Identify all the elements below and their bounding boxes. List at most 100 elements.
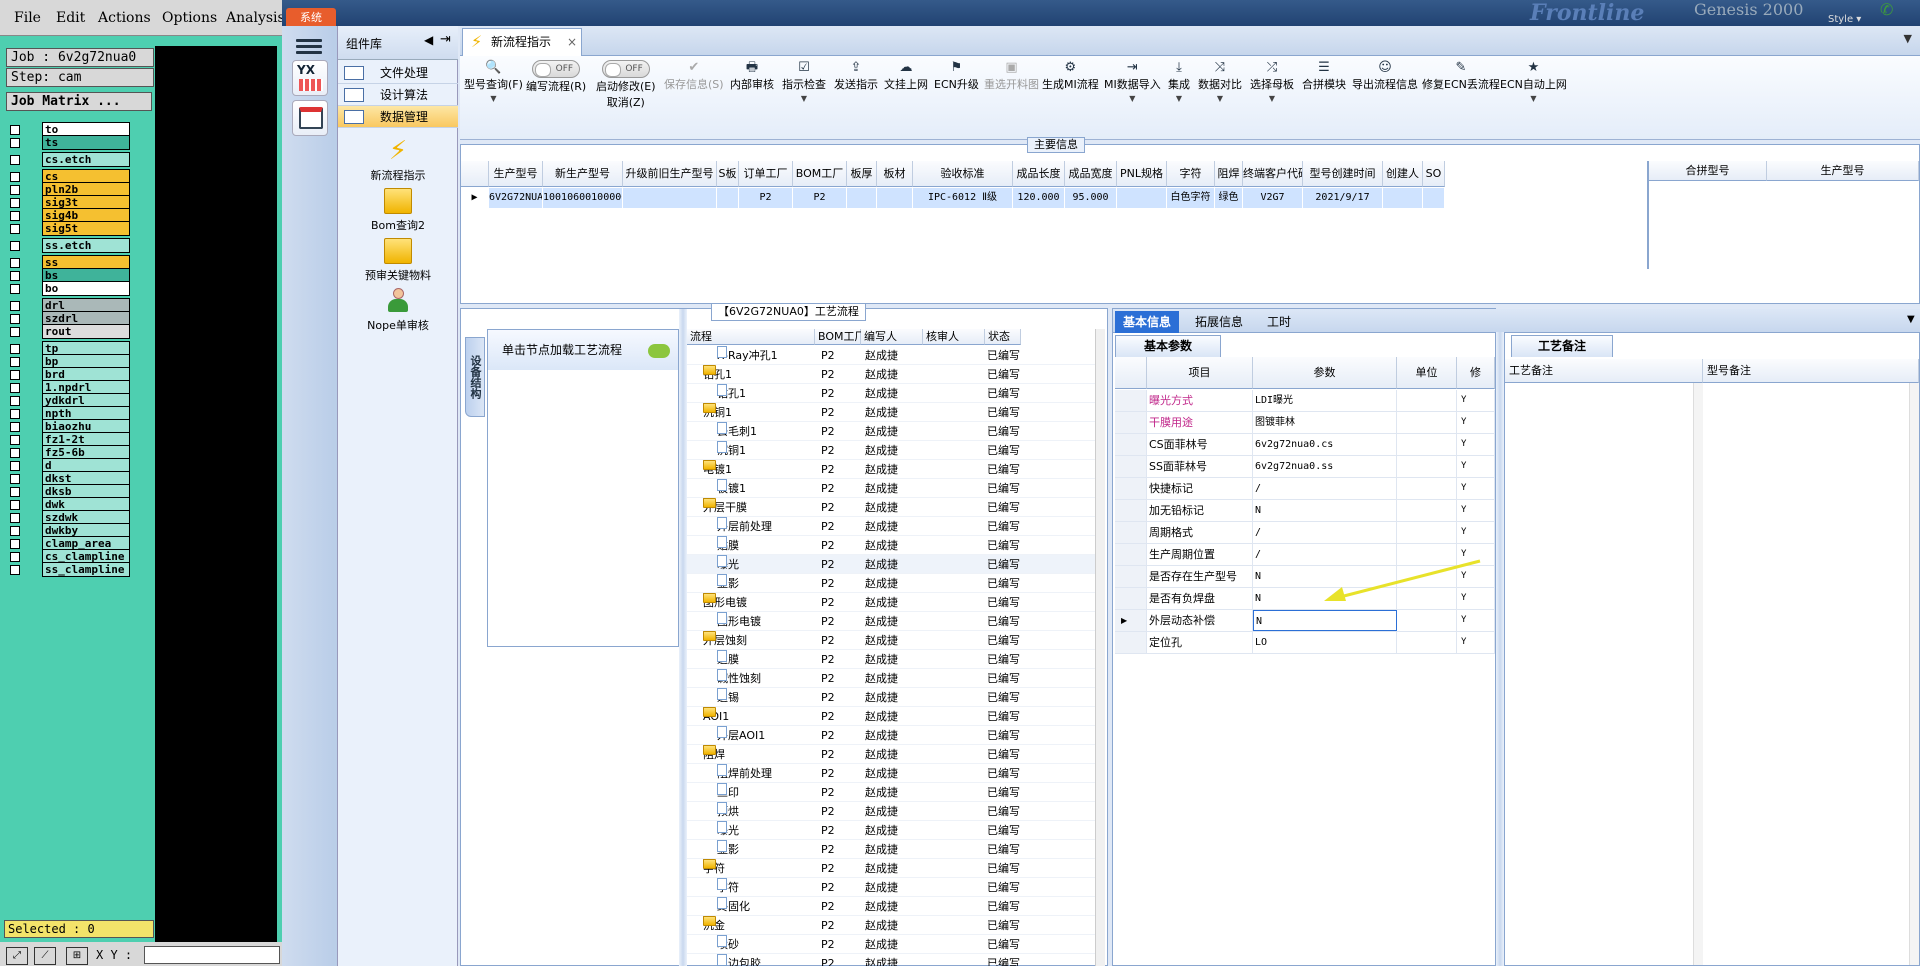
param-value[interactable]: 图镀菲林 bbox=[1253, 412, 1397, 433]
column-header[interactable]: 升级前旧生产型号 bbox=[623, 161, 717, 187]
layer-checkbox[interactable] bbox=[10, 552, 20, 562]
system-tab[interactable]: 系统 bbox=[286, 8, 336, 28]
tree-row[interactable]: −阻焊 P2 赵成捷 已编写 bbox=[687, 745, 1097, 764]
grid-cell[interactable] bbox=[1383, 188, 1423, 208]
tree-row[interactable]: 阻焊前处理 P2 赵成捷 已编写 bbox=[687, 764, 1097, 783]
ribbon-button[interactable]: ⤮ 选择母板 ▼ bbox=[1250, 60, 1294, 103]
layer-row[interactable]: rout bbox=[6, 324, 132, 340]
toggle-switch[interactable]: OFF bbox=[532, 60, 581, 78]
layer-checkbox[interactable] bbox=[10, 565, 20, 575]
layer-checkbox[interactable] bbox=[10, 284, 20, 294]
column-header[interactable]: 新生产型号 bbox=[543, 161, 623, 187]
ribbon-button[interactable]: ⚙ 生成MI流程 bbox=[1042, 60, 1099, 92]
menu-edit[interactable]: Edit bbox=[56, 10, 85, 26]
layer-row[interactable]: ts bbox=[6, 135, 132, 151]
tree-row[interactable]: 曝光 P2 赵成捷 已编写 bbox=[687, 821, 1097, 840]
layer-checkbox[interactable] bbox=[10, 314, 20, 324]
menu-actions[interactable]: Actions bbox=[98, 10, 151, 26]
param-value[interactable]: LO bbox=[1253, 632, 1397, 653]
param-value[interactable]: N bbox=[1253, 610, 1397, 631]
param-unit[interactable] bbox=[1397, 434, 1457, 455]
layer-checkbox[interactable] bbox=[10, 138, 20, 148]
grid-cell[interactable]: P2 bbox=[793, 188, 847, 208]
menu-file[interactable]: File bbox=[14, 10, 41, 26]
measure-icon[interactable]: ⟋ bbox=[34, 947, 56, 965]
ribbon-button[interactable]: ⇪ 发送指示 bbox=[834, 60, 878, 92]
layer-checkbox[interactable] bbox=[10, 258, 20, 268]
param-unit[interactable] bbox=[1397, 390, 1457, 411]
tree-row[interactable]: 钻孔1 P2 赵成捷 已编写 bbox=[687, 384, 1097, 403]
grid-cell[interactable]: 绿色 bbox=[1215, 188, 1243, 208]
column-header[interactable]: 单位 bbox=[1397, 357, 1457, 389]
layer-checkbox[interactable] bbox=[10, 474, 20, 484]
tab-extended-info[interactable]: 拓展信息 bbox=[1187, 311, 1251, 333]
tree-row[interactable]: 显影 P2 赵成捷 已编写 bbox=[687, 574, 1097, 593]
grid-cell[interactable]: 120.000 bbox=[1013, 188, 1065, 208]
grid-cell[interactable]: 2021/9/17 bbox=[1303, 188, 1383, 208]
layer-checkbox[interactable] bbox=[10, 383, 20, 393]
layer-row[interactable]: ss.etch bbox=[6, 238, 132, 254]
tab-basic-params[interactable]: 基本参数 bbox=[1115, 335, 1221, 357]
tree-row[interactable]: −外层蚀刻 P2 赵成捷 已编写 bbox=[687, 631, 1097, 650]
tree-row[interactable]: −AOI1 P2 赵成捷 已编写 bbox=[687, 707, 1097, 726]
layer-checkbox[interactable] bbox=[10, 448, 20, 458]
param-unit[interactable] bbox=[1397, 456, 1457, 477]
sidebar-item-file-processing[interactable]: 文件处理 bbox=[338, 62, 458, 84]
param-row[interactable]: 周期格式 / Y bbox=[1115, 522, 1495, 544]
param-row[interactable]: 曝光方式 LDI曝光 Y bbox=[1115, 390, 1495, 412]
menu-analysis[interactable]: Analysis bbox=[226, 10, 285, 26]
tree-row[interactable]: 喷砂 P2 赵成捷 已编写 bbox=[687, 935, 1097, 954]
layer-checkbox[interactable] bbox=[10, 526, 20, 536]
tree-row[interactable]: 外层前处理 P2 赵成捷 已编写 bbox=[687, 517, 1097, 536]
tree-row[interactable]: −字符 P2 赵成捷 已编写 bbox=[687, 859, 1097, 878]
ribbon-button[interactable]: ☁ 文挂上网 bbox=[884, 60, 928, 92]
grid-cell[interactable] bbox=[717, 188, 739, 208]
layer-checkbox[interactable] bbox=[10, 271, 20, 281]
chevron-down-icon[interactable]: ▼ bbox=[782, 94, 826, 103]
param-value[interactable]: LDI曝光 bbox=[1253, 390, 1397, 411]
ribbon-button[interactable]: ✔ 保存信息(S) bbox=[664, 60, 724, 92]
ribbon-button[interactable]: ☰ 合拼模块 bbox=[1302, 60, 1346, 92]
splitter[interactable] bbox=[1496, 332, 1504, 966]
grid-cell[interactable] bbox=[1423, 188, 1445, 208]
layer-checkbox[interactable] bbox=[10, 211, 20, 221]
tree-row[interactable]: X-Ray冲孔1 P2 赵成捷 已编写 bbox=[687, 346, 1097, 365]
param-unit[interactable] bbox=[1397, 610, 1457, 631]
tree-row[interactable]: 退膜 P2 赵成捷 已编写 bbox=[687, 650, 1097, 669]
param-row[interactable]: ▶ 外层动态补偿 N Y bbox=[1115, 610, 1495, 632]
hamburger-icon[interactable] bbox=[296, 36, 322, 56]
chevron-down-icon[interactable]: ▼ bbox=[1198, 94, 1242, 103]
param-row[interactable]: 定位孔 LO Y bbox=[1115, 632, 1495, 654]
sidebar-item-data-management[interactable]: 数据管理 bbox=[338, 106, 458, 128]
column-header[interactable]: 生产型号 bbox=[489, 161, 543, 187]
grid-cell[interactable] bbox=[1117, 188, 1167, 208]
grid-icon[interactable]: ⊞ bbox=[66, 947, 88, 965]
param-value[interactable]: 6v2g72nua0.cs bbox=[1253, 434, 1397, 455]
close-tab-icon[interactable]: × bbox=[567, 29, 577, 55]
merge-col-header[interactable]: 生产型号 bbox=[1767, 161, 1919, 181]
layer-checkbox[interactable] bbox=[10, 500, 20, 510]
param-unit[interactable] bbox=[1397, 500, 1457, 521]
layer-checkbox[interactable] bbox=[10, 241, 20, 251]
ribbon-button[interactable]: ⇥ MI数据导入 ▼ bbox=[1104, 60, 1161, 103]
column-header[interactable]: 订单工厂 bbox=[739, 161, 793, 187]
tree-row[interactable]: 沉铜1 P2 赵成捷 已编写 bbox=[687, 441, 1097, 460]
column-header[interactable]: 修 bbox=[1457, 357, 1495, 389]
param-row[interactable]: 加无铅标记 N Y bbox=[1115, 500, 1495, 522]
layer-checkbox[interactable] bbox=[10, 125, 20, 135]
grid-cell[interactable]: V2G7 bbox=[1243, 188, 1303, 208]
param-value[interactable]: / bbox=[1253, 522, 1397, 543]
column-header[interactable]: 型号创建时间 bbox=[1303, 161, 1383, 187]
notes-scrollbar[interactable] bbox=[1909, 383, 1919, 965]
param-row[interactable]: 快捷标记 / Y bbox=[1115, 478, 1495, 500]
layer-checkbox[interactable] bbox=[10, 198, 20, 208]
param-value[interactable]: 6v2g72nua0.ss bbox=[1253, 456, 1397, 477]
ribbon-button[interactable]: ⤓ 集成 ▼ bbox=[1168, 60, 1190, 103]
job-matrix-button[interactable]: Job Matrix ... bbox=[6, 92, 152, 111]
layer-checkbox[interactable] bbox=[10, 155, 20, 165]
column-header[interactable]: 终端客户代码 bbox=[1243, 161, 1303, 187]
sidebar-item-design-algorithm[interactable]: 设计算法 bbox=[338, 84, 458, 106]
grid-cell[interactable] bbox=[877, 188, 913, 208]
param-row[interactable]: 干膜用途 图镀菲林 Y bbox=[1115, 412, 1495, 434]
column-header[interactable]: S板 bbox=[717, 161, 739, 187]
